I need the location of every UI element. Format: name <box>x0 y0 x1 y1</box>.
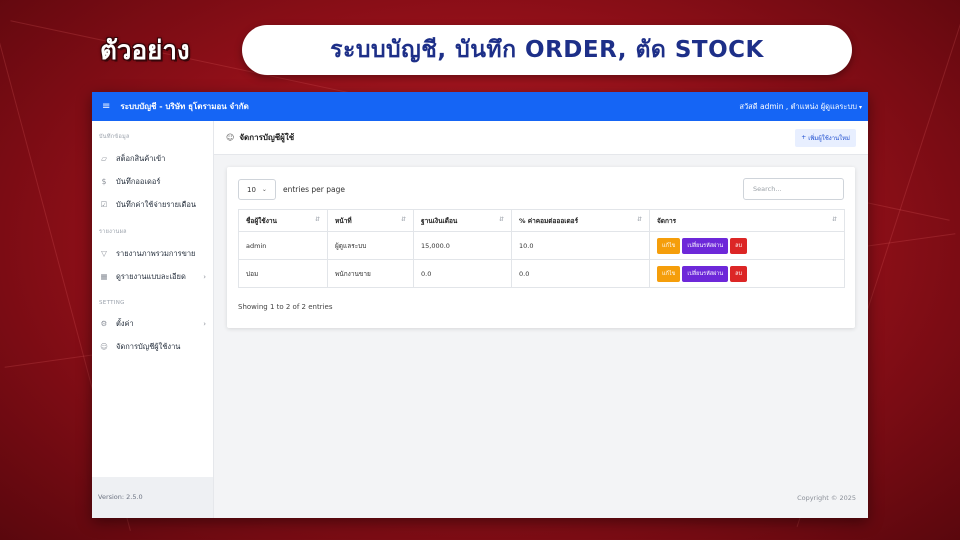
main-content: ☺ จัดการบัญชีผู้ใช้ + เพิ่มผู้ใช้งานใหม่… <box>214 121 868 518</box>
search-input[interactable] <box>743 178 844 200</box>
sidebar-item-label: ตั้งค่า <box>116 318 134 328</box>
change-password-button[interactable]: เปลี่ยนรหัสผ่าน <box>682 237 729 254</box>
cell-salary: 0.0 <box>413 259 512 288</box>
users-card: 10 ⌄ entries per page ชื่อผู้ใช้งาน⇵ หน้… <box>227 167 855 328</box>
page-title: จัดการบัญชีผู้ใช้ <box>239 133 295 142</box>
box-icon: ▱ <box>101 154 107 163</box>
delete-button[interactable]: ลบ <box>730 237 748 254</box>
change-password-button[interactable]: เปลี่ยนรหัสผ่าน <box>682 265 729 282</box>
user-plus-icon: + <box>801 134 807 141</box>
users-table: ชื่อผู้ใช้งาน ⇵ หน้าที่ ⇵ ฐานเงินเดือน ⇵ % … <box>238 209 845 288</box>
table-info: Showing 1 to 2 of 2 entries <box>238 303 333 311</box>
delete-button[interactable]: ลบ <box>730 265 748 282</box>
user-icon: ☺ <box>226 133 235 142</box>
cell-username: บ่อม <box>238 259 328 288</box>
cart-icon: ☑ <box>100 200 108 209</box>
sidebar-item-sales-overview[interactable]: ▽ รายงานภาพรวมการขาย <box>92 242 213 265</box>
hamburger-icon[interactable]: ≡ <box>102 101 110 112</box>
sidebar-item-detailed-report[interactable]: ▦ ดูรายงานแบบละเอียด › <box>92 265 213 288</box>
page-length-select[interactable]: 10 ⌄ <box>238 179 276 200</box>
promo-headline: ระบบบัญชี, บันทึก ORDER, ตัด STOCK <box>330 37 764 63</box>
sidebar-item-label: บันทึกออเดอร์ <box>116 176 161 186</box>
chevron-down-icon: ⌄ <box>261 186 267 193</box>
sort-icon: ⇵ <box>636 215 642 223</box>
edit-button[interactable]: แก้ไข <box>657 237 681 254</box>
example-badge: ตัวอย่าง <box>100 36 190 66</box>
user-greeting: สวัสดี admin , ตำแหน่ง ผู้ดูแลระบบ <box>739 101 857 111</box>
gear-icon: ⚙ <box>100 319 108 328</box>
sidebar-item-label: สต็อกสินค้าเข้า <box>116 153 166 163</box>
sort-icon: ⇵ <box>314 215 320 223</box>
sidebar-footer: Version: 2.5.0 <box>92 477 213 518</box>
dollar-icon: $ <box>101 177 107 186</box>
table-row: admin ผู้ดูแลระบบ 15,000.0 10.0 แก้ไข เปล… <box>238 231 845 260</box>
cell-salary: 15,000.0 <box>413 231 512 260</box>
chevron-right-icon: › <box>203 319 206 328</box>
cell-actions: แก้ไข เปลี่ยนรหัสผ่าน ลบ <box>649 259 845 288</box>
sidebar-item-label: ดูรายงานแบบละเอียด <box>116 271 186 281</box>
column-header-actions[interactable]: จัดการ ⇵ <box>649 209 845 232</box>
cell-actions: แก้ไข เปลี่ยนรหัสผ่าน ลบ <box>649 231 845 260</box>
sidebar-item-label: จัดการบัญชีผู้ใช้งาน <box>116 341 181 351</box>
promo-banner: ระบบบัญชี, บันทึก ORDER, ตัด STOCK <box>242 25 852 75</box>
add-user-button[interactable]: + เพิ่มผู้ใช้งานใหม่ <box>795 128 856 147</box>
app-title: ระบบบัญชี - บริษัท ธุโตรามอน จำกัด <box>120 102 249 111</box>
app-window: ≡ ระบบบัญชี - บริษัท ธุโตรามอน จำกัด สวั… <box>92 92 868 518</box>
user-menu[interactable]: สวัสดี admin , ตำแหน่ง ผู้ดูแลระบบ ▾ <box>739 101 862 113</box>
cell-commission: 0.0 <box>511 259 650 288</box>
cell-role: ผู้ดูแลระบบ <box>327 231 414 260</box>
filter-icon: ▽ <box>101 249 107 258</box>
sidebar-item-orders[interactable]: $ บันทึกออเดอร์ <box>92 170 213 193</box>
add-user-label: เพิ่มผู้ใช้งานใหม่ <box>808 134 850 142</box>
cell-username: admin <box>238 231 328 260</box>
column-header-role[interactable]: หน้าที่ ⇵ <box>327 209 414 232</box>
copyright-text: Copyright © 2025 <box>797 494 856 502</box>
top-navbar: ≡ ระบบบัญชี - บริษัท ธุโตรามอน จำกัด สวั… <box>92 92 868 121</box>
sidebar-section-data: บันทึกข้อมูล <box>99 134 130 140</box>
sidebar: บันทึกข้อมูล ▱ สต็อกสินค้าเข้า $ บันทึกอ… <box>92 121 214 518</box>
chevron-right-icon: › <box>203 272 206 281</box>
sidebar-section-setting: SETTING <box>99 300 125 306</box>
caret-down-icon: ▾ <box>858 103 862 111</box>
cell-commission: 10.0 <box>511 231 650 260</box>
edit-button[interactable]: แก้ไข <box>657 265 681 282</box>
table-header-row: ชื่อผู้ใช้งาน ⇵ หน้าที่ ⇵ ฐานเงินเดือน ⇵ % … <box>238 209 845 232</box>
table-row: บ่อม พนักงานขาย 0.0 0.0 แก้ไข เปลี่ยนรหัส… <box>238 259 845 288</box>
sidebar-item-user-accounts[interactable]: ☺ จัดการบัญชีผู้ใช้งาน <box>92 335 213 358</box>
sort-icon: ⇵ <box>498 215 504 223</box>
page-length-value: 10 <box>247 185 256 194</box>
sidebar-item-label: รายงานภาพรวมการขาย <box>116 248 196 258</box>
user-icon: ☺ <box>100 342 108 351</box>
column-header-username[interactable]: ชื่อผู้ใช้งาน ⇵ <box>238 209 328 232</box>
sidebar-item-expenses[interactable]: ☑ บันทึกค่าใช้จ่ายรายเดือน <box>92 193 213 216</box>
grid-icon: ▦ <box>100 272 108 281</box>
sidebar-item-settings[interactable]: ⚙ ตั้งค่า › <box>92 312 213 335</box>
sidebar-item-stock-in[interactable]: ▱ สต็อกสินค้าเข้า <box>92 147 213 170</box>
page-header: ☺ จัดการบัญชีผู้ใช้ + เพิ่มผู้ใช้งานใหม่ <box>214 121 868 155</box>
entries-per-page-label: entries per page <box>283 185 345 194</box>
sidebar-item-label: บันทึกค่าใช้จ่ายรายเดือน <box>116 199 197 209</box>
cell-role: พนักงานขาย <box>327 259 414 288</box>
column-header-commission[interactable]: % ค่าคอมต่อออเดอร์ ⇵ <box>511 209 650 232</box>
version-label: Version: 2.5.0 <box>98 493 143 501</box>
sidebar-section-reports: รายงานผล <box>99 229 127 235</box>
sort-icon: ⇵ <box>831 215 837 223</box>
column-header-salary[interactable]: ฐานเงินเดือน ⇵ <box>413 209 512 232</box>
sort-icon: ⇵ <box>400 215 406 223</box>
